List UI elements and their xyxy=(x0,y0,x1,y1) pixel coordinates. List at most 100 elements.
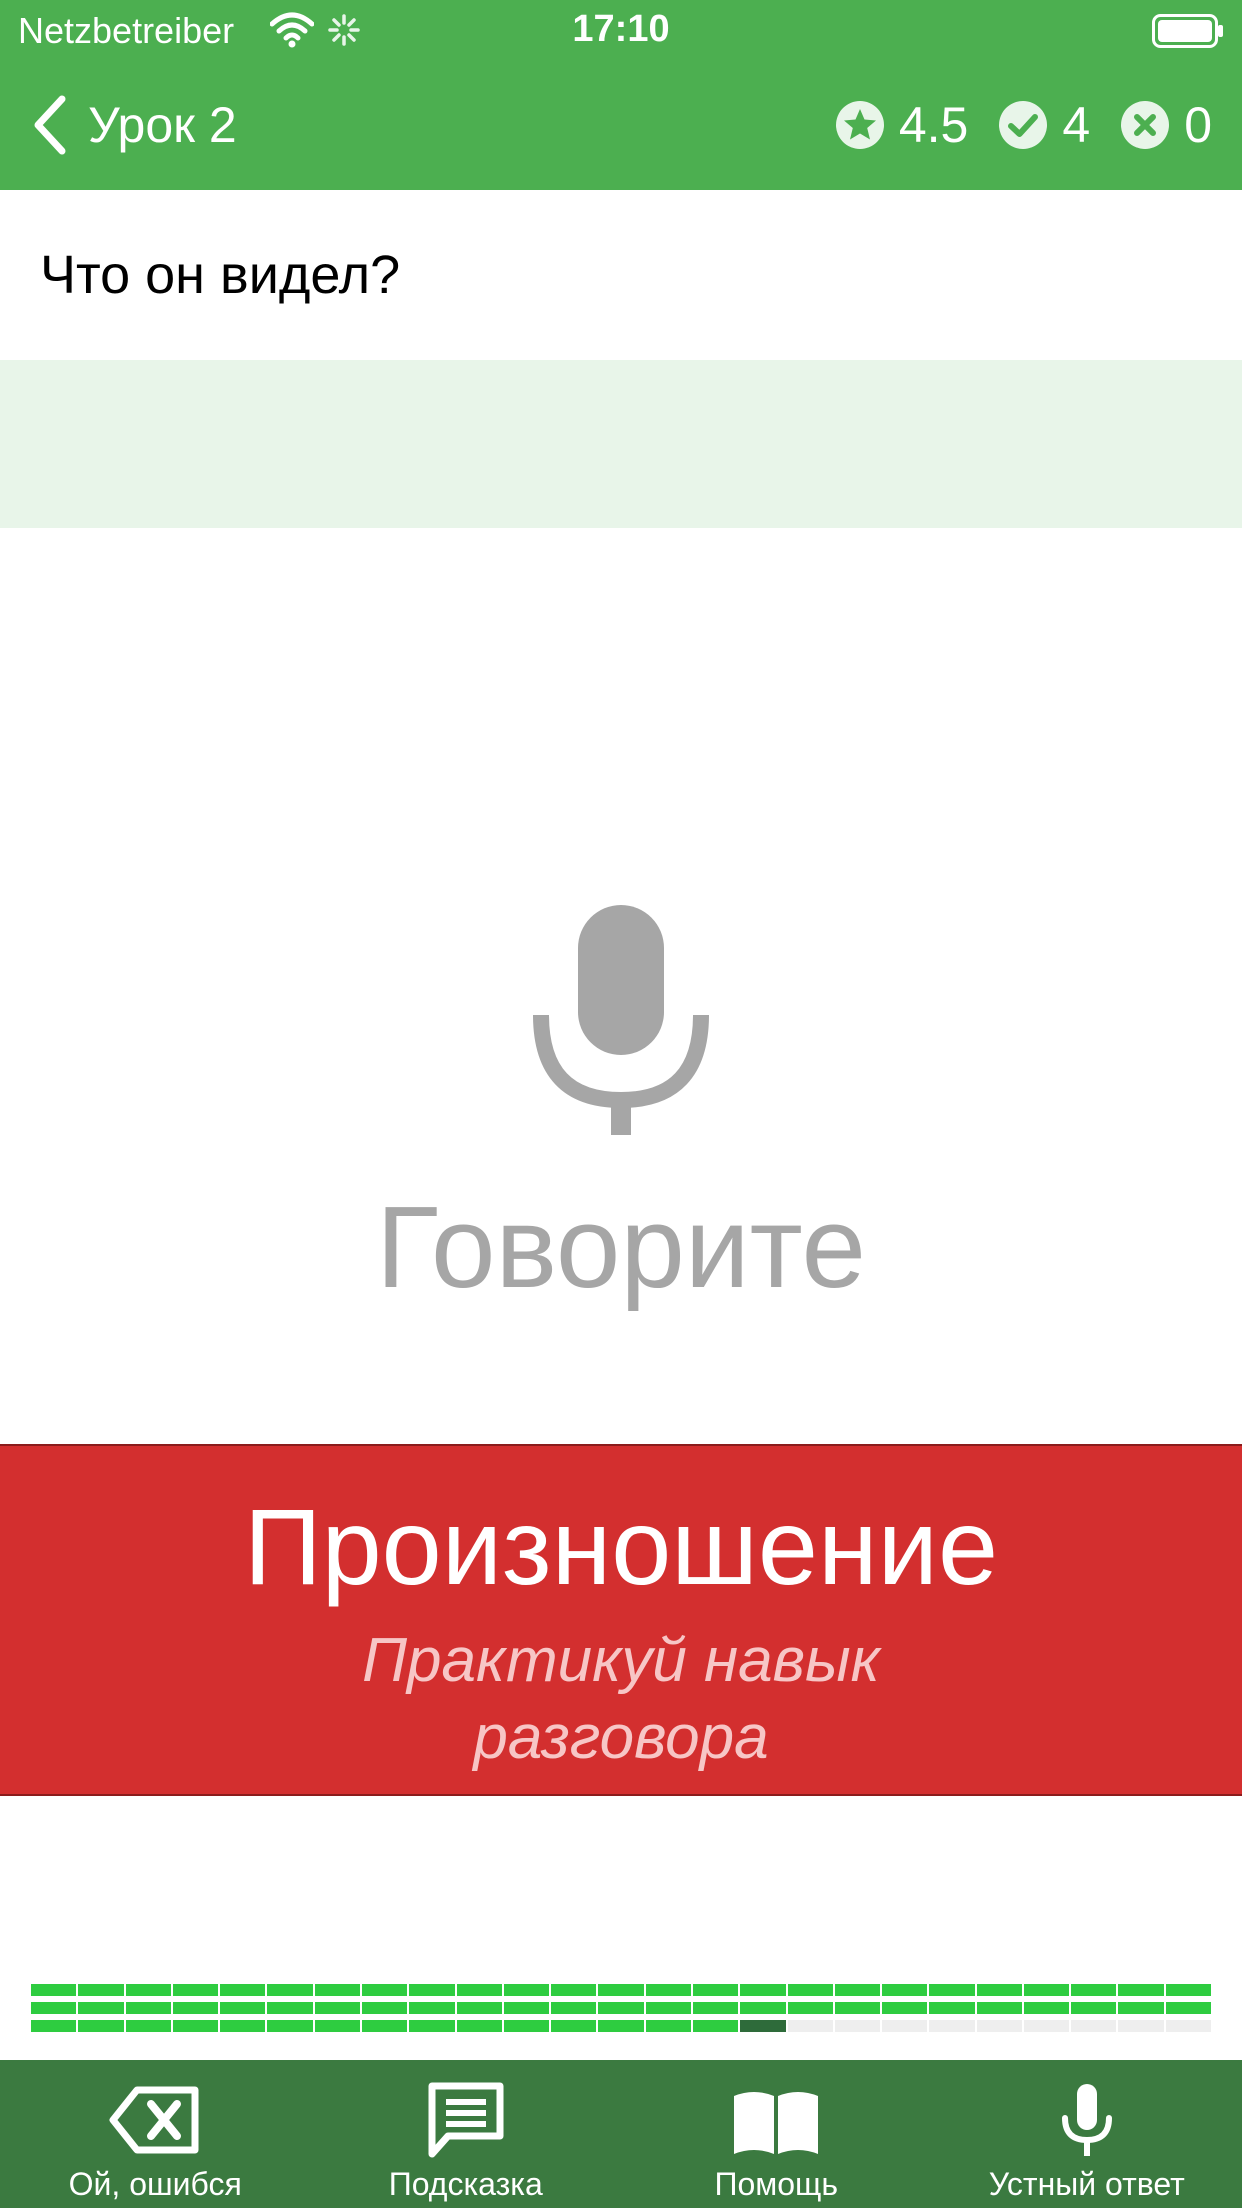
progress-bar-line xyxy=(361,2020,408,2032)
wrong-count: 0 xyxy=(1184,97,1212,153)
progress-bar-line xyxy=(31,2002,77,2014)
undo-label: Ой, ошибся xyxy=(68,2166,242,2202)
progress-bar-line xyxy=(740,1984,786,1996)
progress-bar-line xyxy=(456,1984,502,1996)
progress-segment xyxy=(551,1984,597,2032)
speak-prompt: Говорите xyxy=(375,1182,867,1312)
progress-bar-line xyxy=(78,1984,124,1996)
help-button[interactable]: Помощь xyxy=(621,2060,932,2208)
hint-button[interactable]: Подсказка xyxy=(311,2060,622,2208)
progress-bar-line xyxy=(456,2020,502,2032)
banner-subtitle-line2: разговора xyxy=(473,1703,769,1773)
progress-bar-line xyxy=(125,1984,171,1996)
back-button[interactable]: Урок 2 xyxy=(30,90,237,160)
progress-bar-line xyxy=(976,2002,1022,2014)
progress-bar-line xyxy=(1165,2020,1212,2032)
progress-bar-line xyxy=(834,2020,881,2032)
lesson-progress xyxy=(30,1984,1212,2032)
clock: 17:10 xyxy=(572,8,670,50)
progress-bar-line xyxy=(361,2002,408,2014)
progress-bar-line xyxy=(645,2002,691,2014)
progress-bar-line xyxy=(929,2002,975,2014)
progress-bar-line xyxy=(692,1984,739,1996)
progress-bar-line xyxy=(976,2020,1022,2032)
progress-bar-line xyxy=(551,2002,597,2014)
progress-bar-line xyxy=(645,2020,691,2032)
progress-bar-line xyxy=(598,2020,644,2032)
progress-bar-line xyxy=(503,2020,550,2032)
banner-title: Произношение xyxy=(243,1486,999,1607)
progress-bar-line xyxy=(882,2002,928,2014)
progress-bar-line xyxy=(267,2020,313,2032)
rating-value: 4.5 xyxy=(898,97,969,153)
voice-answer-label: Устный ответ xyxy=(988,2166,1185,2202)
progress-bar-line xyxy=(503,1984,550,1996)
progress-bar-line xyxy=(787,2020,833,2032)
progress-segment xyxy=(929,1984,975,2032)
progress-segment xyxy=(740,1984,786,2032)
progress-bar-line xyxy=(31,1984,77,1996)
progress-segment xyxy=(31,1984,77,2032)
progress-bar-line xyxy=(598,2002,644,2014)
progress-bar-line xyxy=(1071,1984,1117,1996)
progress-segment xyxy=(645,1984,691,2032)
progress-bar-line xyxy=(220,2002,266,2014)
banner-subtitle-line1: Практикуй навык xyxy=(362,1625,880,1695)
progress-segment xyxy=(361,1984,408,2032)
progress-bar-line xyxy=(1118,1984,1164,1996)
x-circle-icon xyxy=(1121,101,1170,149)
voice-answer-button[interactable]: Устный ответ xyxy=(932,2060,1242,2208)
progress-bar-line xyxy=(598,1984,644,1996)
progress-bar-line xyxy=(834,2002,881,2014)
progress-bar-line xyxy=(1165,2002,1212,2014)
hint-label: Подсказка xyxy=(388,2166,543,2202)
battery-icon xyxy=(1152,14,1223,48)
progress-bar-line xyxy=(78,2020,124,2032)
progress-bar-line xyxy=(314,2002,360,2014)
backspace-icon xyxy=(109,2086,199,2154)
progress-bar-line xyxy=(1118,2002,1164,2014)
progress-segment xyxy=(503,1984,550,2032)
rating-stat: 4.5 xyxy=(835,96,969,154)
progress-segment xyxy=(409,1984,455,2032)
score-stats: 4.5 4 0 xyxy=(805,96,1212,154)
help-label: Помощь xyxy=(714,2166,839,2202)
progress-bar-line xyxy=(78,2002,124,2014)
book-icon xyxy=(734,2092,819,2154)
progress-segment xyxy=(267,1984,313,2032)
chevron-left-icon xyxy=(34,95,66,155)
correct-count: 4 xyxy=(1062,97,1091,153)
progress-bar-line xyxy=(172,2002,219,2014)
progress-bar-line xyxy=(882,1984,928,1996)
answer-field[interactable] xyxy=(0,360,1242,528)
progress-segment xyxy=(172,1984,219,2032)
progress-bar-line xyxy=(740,2020,786,2032)
progress-segment xyxy=(692,1984,739,2032)
progress-bar-line xyxy=(503,2002,550,2014)
progress-bar-line xyxy=(834,1984,881,1996)
progress-bar-line xyxy=(361,1984,408,1996)
progress-segment xyxy=(882,1984,928,2032)
mode-banner: Произношение Практикуй навык разговора xyxy=(0,1444,1242,1796)
nav-bar: Урок 2 4.5 4 0 xyxy=(0,60,1242,190)
lesson-title: Урок 2 xyxy=(88,97,237,153)
progress-segment xyxy=(456,1984,502,2032)
progress-bar-line xyxy=(976,1984,1022,1996)
undo-button[interactable]: Ой, ошибся xyxy=(0,2060,311,2208)
progress-bar-line xyxy=(409,2020,455,2032)
progress-bar-line xyxy=(456,2002,502,2014)
progress-bar-line xyxy=(220,2020,266,2032)
progress-bar-line xyxy=(1071,2002,1117,2014)
progress-bar-line xyxy=(409,1984,455,1996)
progress-bar-line xyxy=(125,2020,171,2032)
progress-bar-line xyxy=(1023,2020,1070,2032)
star-icon xyxy=(835,101,884,149)
progress-bar-line xyxy=(267,1984,313,1996)
bottom-toolbar: Ой, ошибся Подсказка Помощь Устный ответ xyxy=(0,2060,1242,2208)
progress-bar-line xyxy=(882,2020,928,2032)
progress-bar-line xyxy=(125,2002,171,2014)
progress-bar-line xyxy=(740,2002,786,2014)
correct-stat: 4 xyxy=(998,96,1090,154)
microphone-icon[interactable] xyxy=(533,905,709,1135)
progress-bar-line xyxy=(692,2002,739,2014)
